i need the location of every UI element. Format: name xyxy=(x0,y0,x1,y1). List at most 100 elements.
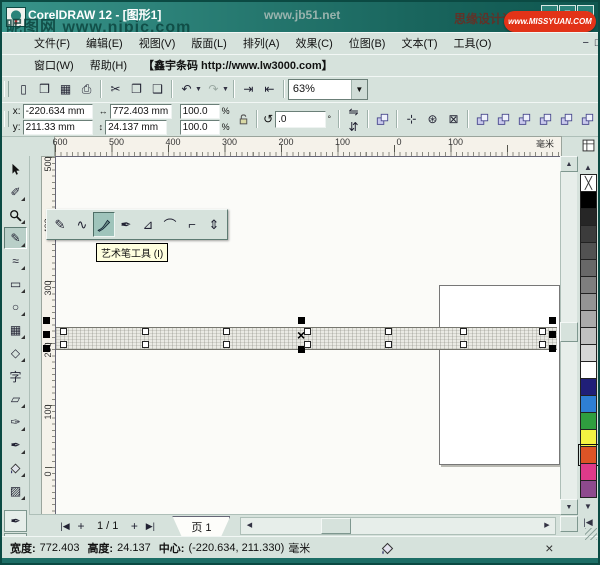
object-width-field[interactable]: 772.403 mm xyxy=(110,104,172,119)
menu-bitmaps[interactable]: 位图(B) xyxy=(341,32,394,54)
trim-button[interactable] xyxy=(493,109,514,130)
curve-node[interactable] xyxy=(142,328,149,335)
selection-handle[interactable] xyxy=(43,345,50,352)
x-position-field[interactable]: -220.634 mm xyxy=(23,104,93,119)
curve-node[interactable] xyxy=(385,328,392,335)
lock-ratio-icon[interactable] xyxy=(234,109,254,130)
simplify-button[interactable] xyxy=(535,109,556,130)
ellipse-tool[interactable]: ○ xyxy=(4,296,27,318)
curve-node[interactable] xyxy=(142,341,149,348)
property-bar-grip[interactable] xyxy=(4,111,9,127)
palette-scroll-up-icon[interactable]: ▲ xyxy=(580,162,596,173)
add-page-before-button[interactable]: + xyxy=(73,518,89,534)
interactive-connector-tool[interactable]: ⌐ xyxy=(181,212,203,237)
color-swatch[interactable] xyxy=(580,429,597,447)
outline-pen-tool[interactable]: ✒ xyxy=(4,510,27,532)
cut-icon[interactable]: ✂ xyxy=(105,79,126,100)
curve-node[interactable] xyxy=(460,341,467,348)
color-swatch[interactable] xyxy=(580,310,597,328)
mirror-horizontal-button[interactable]: ⇋ xyxy=(343,104,364,119)
basic-shapes-tool[interactable]: ◇ xyxy=(4,342,27,364)
selection-handle[interactable] xyxy=(298,317,305,324)
color-swatch[interactable] xyxy=(580,412,597,430)
curve-node[interactable] xyxy=(60,341,67,348)
menu-tools[interactable]: 工具(O) xyxy=(446,32,500,54)
menu-help[interactable]: 帮助(H) xyxy=(82,54,135,76)
curve-tool[interactable]: ✎ xyxy=(4,227,27,249)
selection-handle[interactable] xyxy=(549,345,556,352)
color-swatch[interactable] xyxy=(580,208,597,226)
page-tab[interactable]: 页 1 xyxy=(172,516,230,536)
open-icon[interactable]: ❒ xyxy=(34,79,55,100)
menu-file[interactable]: 文件(F) xyxy=(26,32,78,54)
polyline-tool[interactable]: ⊿ xyxy=(137,212,159,237)
three-point-curve-tool[interactable]: ⌒ xyxy=(159,212,181,237)
pick-tool[interactable] xyxy=(4,158,27,180)
export-icon[interactable]: ⇤ xyxy=(259,79,280,100)
artistic-media-tool[interactable] xyxy=(93,212,115,237)
menu-view[interactable]: 视图(V) xyxy=(131,32,184,54)
paste-icon[interactable]: ❑ xyxy=(147,79,168,100)
smart-drawing-tool[interactable]: ≈ xyxy=(4,250,27,272)
scroll-down-icon[interactable]: ▼ xyxy=(560,499,578,515)
scroll-corner-button[interactable] xyxy=(560,516,578,532)
color-swatch[interactable] xyxy=(580,378,597,396)
pen-tool[interactable]: ✒ xyxy=(115,212,137,237)
doc-minimize-button[interactable]: − xyxy=(582,37,588,49)
scroll-up-icon[interactable]: ▲ xyxy=(560,156,578,172)
color-swatch[interactable] xyxy=(580,344,597,362)
color-swatch[interactable] xyxy=(580,327,597,345)
selection-center-marker[interactable]: × xyxy=(297,330,305,340)
print-icon[interactable]: ⎙ xyxy=(76,79,97,100)
last-page-button[interactable]: ▶| xyxy=(142,518,158,534)
title-bar[interactable]: CorelDRAW 12 - [图形1] www.jb51.net 思缘设计论坛… xyxy=(2,2,598,32)
menu-effects[interactable]: 效果(C) xyxy=(288,32,341,54)
palette-expand-icon[interactable]: |◀ xyxy=(580,517,596,528)
bezier-tool[interactable]: ∿ xyxy=(71,212,93,237)
selection-handle[interactable] xyxy=(43,317,50,324)
toolbar-grip[interactable] xyxy=(4,81,9,97)
drawing-scale-icon[interactable] xyxy=(579,137,597,153)
scroll-left-icon[interactable]: ◀ xyxy=(241,518,257,532)
chevron-down-icon[interactable]: ▼ xyxy=(351,80,367,99)
snap-to-grid-button[interactable]: ⊹ xyxy=(401,109,422,130)
curve-node[interactable] xyxy=(539,341,546,348)
redo-icon[interactable]: ↷ xyxy=(203,79,224,100)
mirror-vertical-button[interactable]: ⇵ xyxy=(343,119,364,134)
color-swatch[interactable] xyxy=(580,259,597,277)
no-color-swatch[interactable]: ╳ xyxy=(580,174,597,192)
scale-x-field[interactable]: 100.0 xyxy=(180,104,220,119)
graph-paper-tool[interactable]: ▦ xyxy=(4,319,27,341)
snap-to-guidelines-button[interactable]: ⊛ xyxy=(422,109,443,130)
selection-handle[interactable] xyxy=(549,317,556,324)
curve-node[interactable] xyxy=(223,328,230,335)
curve-node[interactable] xyxy=(304,341,311,348)
front-minus-back-button[interactable] xyxy=(556,109,577,130)
freehand-tool[interactable]: ✎ xyxy=(49,212,71,237)
color-swatch[interactable] xyxy=(580,463,597,481)
palette-scroll-down-icon[interactable]: ▼ xyxy=(580,501,596,512)
import-icon[interactable]: ⇥ xyxy=(238,79,259,100)
chevron-down-icon[interactable]: ▼ xyxy=(222,86,229,93)
snap-to-objects-button[interactable]: ⊠ xyxy=(443,109,464,130)
y-position-field[interactable]: 211.33 mm xyxy=(23,120,93,135)
chevron-down-icon[interactable]: ▼ xyxy=(195,86,202,93)
horizontal-ruler[interactable]: 6005004003002001000100毫米 xyxy=(54,136,562,157)
color-swatch[interactable] xyxy=(580,480,597,498)
color-swatch[interactable] xyxy=(580,191,597,209)
color-swatch[interactable] xyxy=(580,395,597,413)
zoom-tool[interactable] xyxy=(4,204,27,226)
vertical-scroll-thumb[interactable] xyxy=(560,322,578,342)
zoom-level-combo[interactable]: 63% ▼ xyxy=(288,79,368,100)
selection-handle[interactable] xyxy=(549,331,556,338)
selection-handle[interactable] xyxy=(43,331,50,338)
fill-tool[interactable] xyxy=(4,457,27,479)
weld-button[interactable] xyxy=(472,109,493,130)
text-tool[interactable]: 字 xyxy=(4,365,27,387)
shape-tool[interactable]: ✐ xyxy=(4,181,27,203)
horizontal-scroll-thumb[interactable] xyxy=(321,518,351,534)
dimension-tool[interactable]: ⇕ xyxy=(203,212,225,237)
curve-node[interactable] xyxy=(385,341,392,348)
combine-button[interactable] xyxy=(372,109,393,130)
menu-window[interactable]: 窗口(W) xyxy=(26,54,82,76)
